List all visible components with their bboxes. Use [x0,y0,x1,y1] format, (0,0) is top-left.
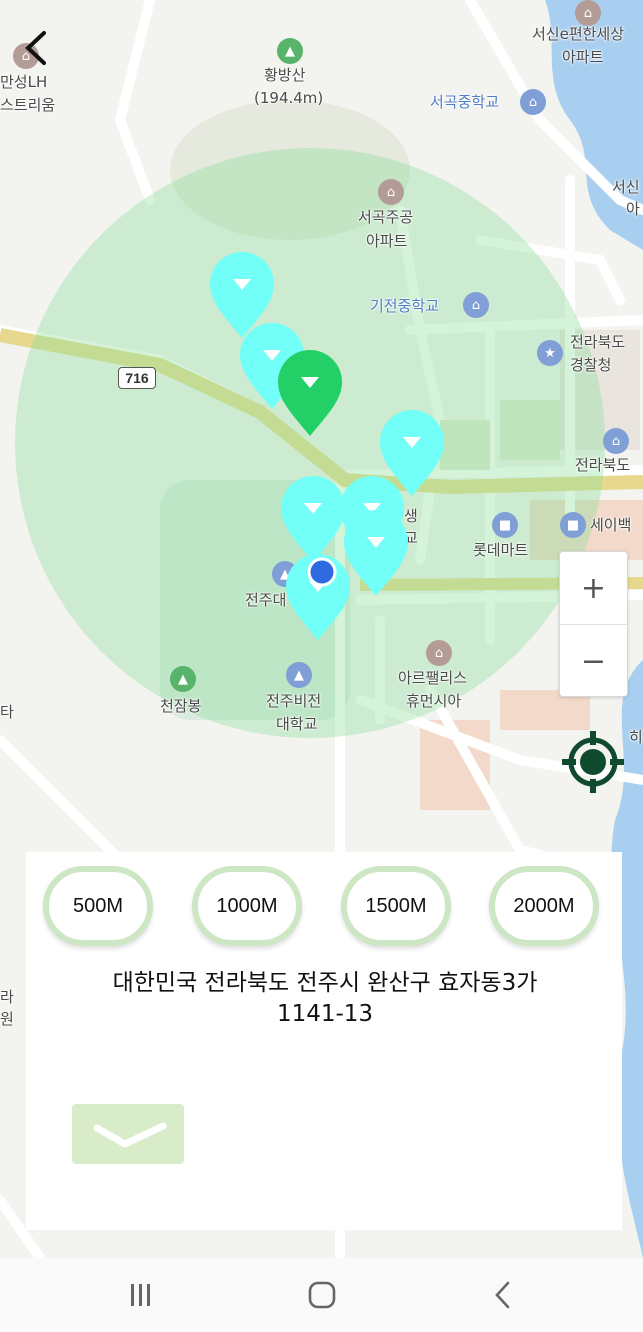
zoom-out-button[interactable]: − [560,625,627,697]
checkmark-icon [93,1122,167,1148]
current-location-dot [307,557,337,587]
back-arrow-icon [25,31,46,65]
radius-1500-button[interactable]: 1500M [341,866,451,946]
home-button[interactable] [277,1258,367,1332]
nav-back-button[interactable] [458,1258,548,1332]
selected-marker[interactable] [278,350,342,436]
radius-2000-button[interactable]: 2000M [489,866,599,946]
address-line-2: 1141-13 [276,1001,374,1027]
confirm-button[interactable] [72,1104,184,1164]
place-marker[interactable] [281,476,345,562]
zoom-in-button[interactable]: + [560,552,627,625]
map-label: 원 [0,1010,14,1028]
home-icon [308,1281,336,1309]
back-button[interactable] [14,26,58,70]
system-nav-bar [0,1258,643,1332]
radius-500-button[interactable]: 500M [43,866,153,946]
address-line-1: 대한민국 전라북도 전주시 완산구 효자동3가 [112,970,538,996]
crosshair-icon [562,731,624,793]
recent-apps-icon [131,1284,150,1306]
nav-back-icon [495,1281,510,1309]
address-text: 대한민국 전라북도 전주시 완산구 효자동3가 1141-13 [40,968,610,1030]
zoom-control: + − [559,551,628,697]
recent-apps-button[interactable] [96,1258,186,1332]
my-location-button[interactable] [560,729,626,795]
place-marker[interactable] [344,510,408,596]
markers-layer [210,252,444,640]
map-label: 라 [0,988,14,1006]
radius-1000-button[interactable]: 1000M [192,866,302,946]
